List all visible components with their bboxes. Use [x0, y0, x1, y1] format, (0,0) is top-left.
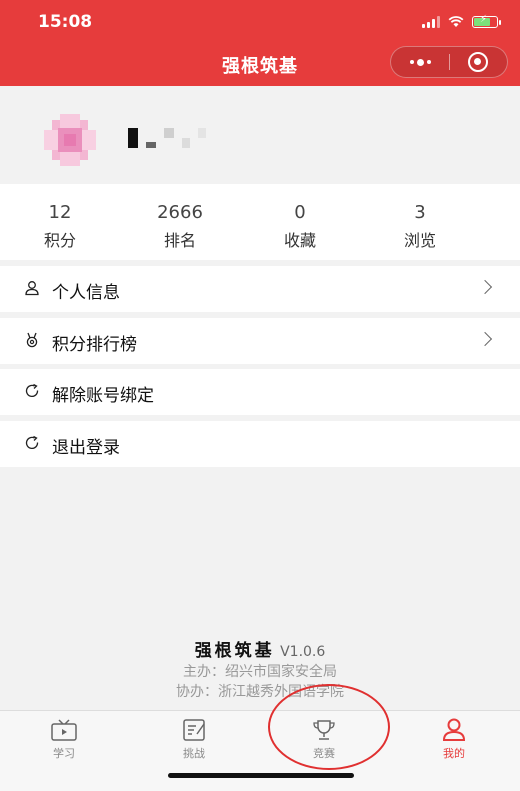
- stat-favorites[interactable]: 0 收藏: [240, 184, 360, 260]
- username-blurred: [128, 128, 206, 148]
- footer-app-info: 强根筑基 V1.0.6: [0, 636, 520, 661]
- home-indicator: [168, 773, 354, 778]
- stat-value: 3: [414, 202, 426, 223]
- more-icon[interactable]: [391, 47, 449, 77]
- footer-version: V1.0.6: [280, 644, 326, 660]
- wifi-icon: [448, 16, 464, 27]
- stat-label: 积分: [43, 231, 76, 250]
- tab-label: 我的: [443, 747, 465, 760]
- stat-label: 排名: [163, 231, 196, 250]
- medal-icon: [26, 332, 38, 348]
- menu-item-profile-info[interactable]: 个人信息: [0, 266, 520, 312]
- signal-icon: [422, 16, 440, 28]
- stat-value: 2666: [157, 202, 203, 223]
- profile-header: [0, 86, 520, 184]
- stat-rank[interactable]: 2666 排名: [120, 184, 240, 260]
- battery-icon: ⚡: [472, 14, 501, 28]
- footer-host: 主办：绍兴市国家安全局: [183, 664, 337, 680]
- stat-label: 浏览: [403, 231, 436, 250]
- tab-bar: 学习 挑战 竞赛 我的: [0, 710, 520, 791]
- person-icon: [25, 281, 39, 296]
- status-time: 15:08: [38, 12, 93, 32]
- notepad-icon: [183, 719, 205, 741]
- tab-mine[interactable]: 我的: [414, 717, 494, 761]
- chevron-right-icon: [477, 279, 493, 295]
- menu-item-leaderboard[interactable]: 积分排行榜: [0, 318, 520, 364]
- refresh-icon: [25, 383, 39, 398]
- menu-item-label: 积分排行榜: [52, 335, 137, 355]
- stat-label: 收藏: [283, 231, 316, 250]
- menu-item-unbind-account[interactable]: 解除账号绑定: [0, 369, 520, 415]
- tab-challenge[interactable]: 挑战: [154, 717, 234, 761]
- capsule-divider: [449, 54, 450, 70]
- footer-app-name: 强根筑基: [194, 641, 275, 661]
- chevron-right-icon: [477, 331, 493, 347]
- menu-item-label: 解除账号绑定: [52, 386, 154, 406]
- refresh-icon: [25, 435, 39, 450]
- stat-points[interactable]: 12 积分: [0, 184, 120, 260]
- stats-row: 12 积分 2666 排名 0 收藏 3 浏览: [0, 184, 520, 260]
- annotation-circle: [268, 684, 390, 770]
- tab-label: 挑战: [183, 747, 205, 760]
- tab-study[interactable]: 学习: [24, 717, 104, 761]
- user-icon: [442, 718, 466, 741]
- menu-item-label: 个人信息: [52, 283, 120, 303]
- close-target-icon[interactable]: [468, 52, 488, 72]
- status-bar: 15:08 ⚡: [0, 0, 520, 44]
- stat-value: 12: [48, 202, 72, 223]
- tv-icon: [51, 719, 77, 741]
- avatar[interactable]: [38, 112, 102, 168]
- menu-item-label: 退出登录: [52, 438, 120, 458]
- mini-program-capsule: [390, 46, 508, 78]
- footer-co-host: 协办：浙江越秀外国语学院: [176, 684, 344, 700]
- nav-bar: 强根筑基: [0, 44, 520, 86]
- status-icons: ⚡: [422, 14, 501, 30]
- stat-views[interactable]: 3 浏览: [360, 184, 480, 260]
- menu-item-logout[interactable]: 退出登录: [0, 421, 520, 467]
- tab-label: 学习: [53, 747, 75, 760]
- stat-value: 0: [294, 202, 306, 223]
